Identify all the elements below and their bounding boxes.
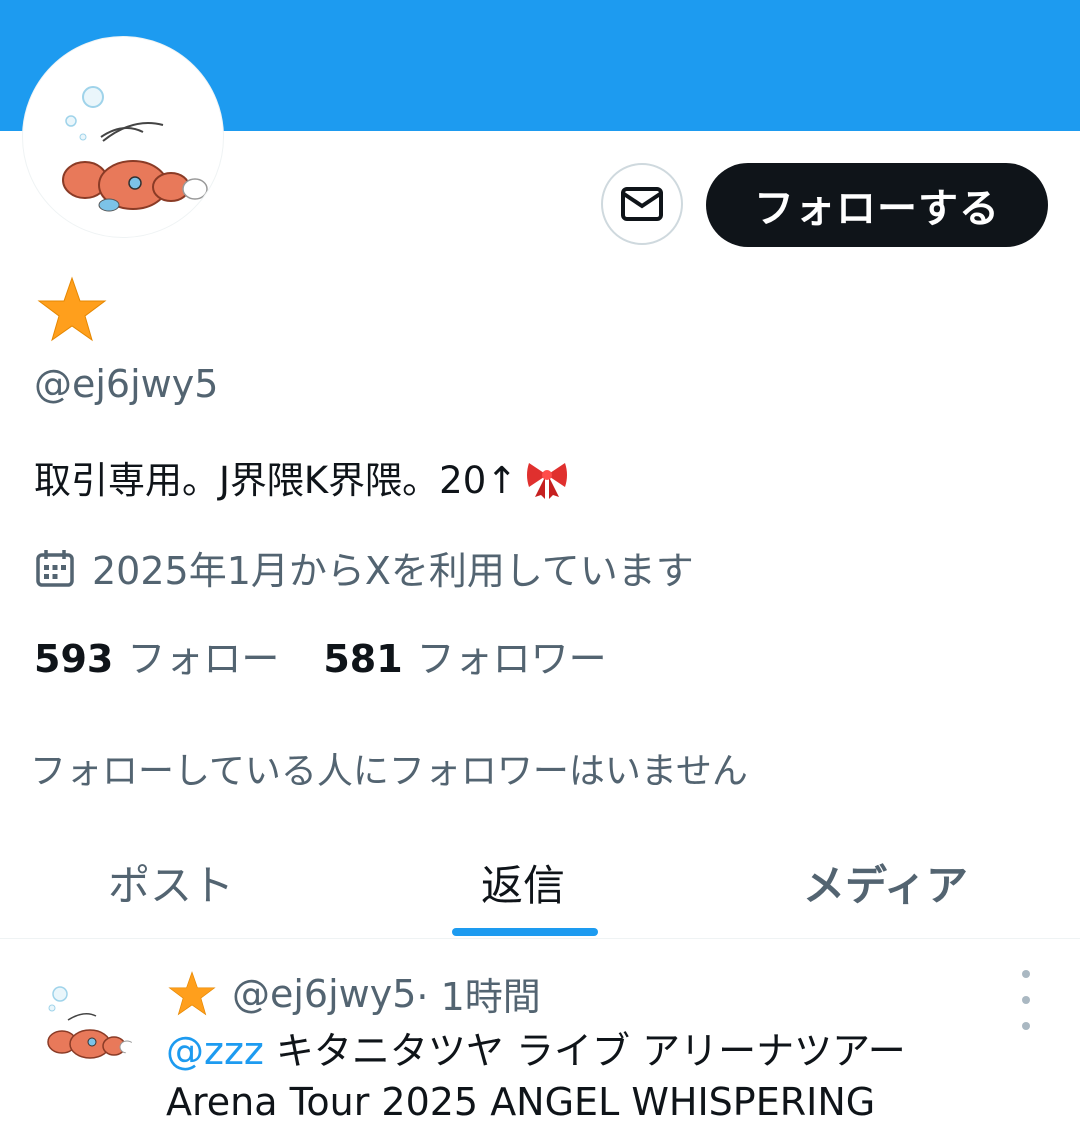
- profile-bio: 取引専用。J界隈K界隈。20↑: [34, 450, 571, 504]
- profile-tabs: ポスト 返信 メディア: [0, 830, 1080, 939]
- following-label: フォロー: [127, 637, 280, 681]
- post-mention[interactable]: @zzz: [166, 1029, 264, 1073]
- joined-text: 2025年1月からXを利用しています: [92, 549, 694, 593]
- active-tab-indicator: [452, 928, 598, 936]
- mutual-followers-note: フォローしている人にフォロワーはいません: [30, 751, 748, 792]
- post-time: · 1時間: [416, 975, 541, 1019]
- profile-handle: @ej6jwy5: [34, 362, 219, 406]
- ribbon-icon: [527, 463, 568, 499]
- calendar-icon: [36, 549, 74, 587]
- more-dots-icon[interactable]: [1016, 970, 1036, 1030]
- joined-date: 2025年1月からXを利用しています: [34, 540, 694, 595]
- follow-stats: 593 フォロー 581 フォロワー: [34, 628, 607, 683]
- following-link[interactable]: 593 フォロー: [34, 628, 279, 683]
- post-text-line2: Arena Tour 2025 ANGEL WHISPERING: [166, 1080, 876, 1124]
- post-handle[interactable]: @ej6jwy5: [232, 972, 416, 1016]
- follow-button[interactable]: フォローする: [706, 163, 1048, 247]
- tab-replies[interactable]: 返信: [481, 852, 565, 913]
- followers-link[interactable]: 581 フォロワー: [323, 628, 606, 683]
- mail-icon: [621, 187, 663, 221]
- post-text-line1: @zzz キタニタツヤ ライブ アリーナツアー: [166, 1020, 906, 1075]
- following-count: 593: [34, 637, 114, 681]
- bio-text: 取引専用。J界隈K界隈。20↑: [34, 459, 518, 502]
- tab-media[interactable]: メディア: [803, 852, 968, 913]
- profile-avatar[interactable]: [22, 36, 224, 238]
- post-star-icon: [168, 970, 216, 1015]
- post-header: @ej6jwy5 · 1時間: [166, 966, 541, 1021]
- message-button[interactable]: [601, 163, 683, 245]
- tab-posts[interactable]: ポスト: [108, 852, 234, 913]
- post-text: キタニタツヤ ライブ アリーナツアー: [263, 1029, 906, 1073]
- post-avatar[interactable]: [32, 970, 136, 1074]
- followers-count: 581: [323, 637, 403, 681]
- post-item[interactable]: @ej6jwy5 · 1時間 @zzz キタニタツヤ ライブ アリーナツアー A…: [0, 940, 1080, 1141]
- followers-label: フォロワー: [416, 637, 607, 681]
- display-name-star-icon: [37, 276, 107, 342]
